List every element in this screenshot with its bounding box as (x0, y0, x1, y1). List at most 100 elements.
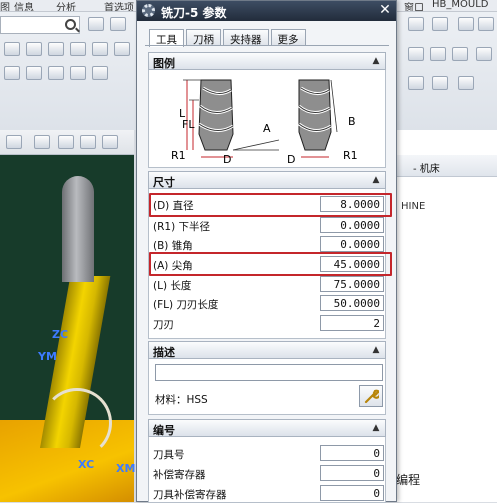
toolbar-button[interactable] (408, 47, 424, 61)
toolbar-button[interactable] (58, 135, 74, 149)
toolbar-button[interactable] (26, 42, 42, 56)
toolbar-button[interactable] (48, 66, 64, 80)
toolbar-button[interactable] (458, 17, 474, 31)
param-row-length: (L) 长度 75.0000 (153, 276, 385, 293)
param-label: (R1) 下半径 (153, 221, 211, 233)
menu-item[interactable]: 首选项 (104, 0, 134, 11)
menu-item[interactable]: 分析 (56, 0, 76, 11)
toolbar-button[interactable] (478, 17, 494, 31)
toolbar-button[interactable] (4, 42, 20, 56)
dimensions-section-header[interactable]: 尺寸 ▲ (148, 171, 386, 189)
diagram-label-r1-2: R1 (343, 149, 358, 162)
tab-holder[interactable]: 夹持器 (223, 29, 269, 46)
machine-column-header[interactable]: - 机床 (397, 155, 497, 177)
toolbar-button[interactable] (70, 42, 86, 56)
toolbar-button[interactable] (102, 135, 118, 149)
end-mill-shape-right (298, 79, 332, 151)
param-row-cutcom-register: 刀具补偿寄存器 0 (153, 485, 385, 502)
toolbar-button[interactable] (452, 47, 468, 61)
toolbar-button[interactable] (432, 76, 448, 90)
toolbar-button[interactable] (48, 42, 64, 56)
numbering-section-header[interactable]: 编号 ▲ (148, 419, 386, 437)
lower-radius-input[interactable]: 0.0000 (320, 217, 384, 233)
end-mill-diagram: L FL R1 D A B D R1 (171, 79, 358, 166)
toolbar-button[interactable] (80, 135, 96, 149)
toolbar-button[interactable] (408, 76, 424, 90)
legend-section-header[interactable]: 图例 ▲ (148, 52, 386, 70)
tip-angle-highlight (149, 252, 392, 276)
menu-item[interactable]: HB_MOULD (432, 0, 488, 10)
param-row-flute-length: (FL) 刀刃长度 50.0000 (153, 295, 385, 312)
toolbar-button[interactable] (476, 47, 492, 61)
view-button[interactable] (110, 17, 126, 31)
gear-icon[interactable] (142, 4, 155, 17)
description-section-title: 描述 (153, 346, 175, 359)
collapse-icon[interactable]: ▲ (370, 344, 382, 356)
close-icon[interactable]: ✕ (377, 3, 393, 19)
tab-bar: 工具 刀柄 夹持器 更多 (149, 29, 308, 47)
description-section-header[interactable]: 描述 ▲ (148, 341, 386, 359)
param-row-flutes: 刀刃 2 (153, 315, 385, 332)
toolbar-button[interactable] (70, 66, 86, 80)
toolbar-button[interactable] (4, 66, 20, 80)
param-row-lower-radius: (R1) 下半径 0.0000 (153, 217, 385, 234)
wrench-icon (364, 389, 379, 404)
menu-item[interactable]: 窗口 (404, 0, 424, 11)
param-label: (B) 锥角 (153, 240, 193, 252)
material-select-button[interactable] (359, 385, 383, 407)
zc-axis-label: ZC (52, 328, 69, 341)
toolbar-button[interactable] (458, 76, 474, 90)
diagram-label-b: B (348, 115, 356, 128)
operation-navigator: - 机床 HINE (396, 130, 497, 502)
tool-shank-preview (62, 176, 94, 282)
collapse-icon[interactable]: ▲ (370, 55, 382, 67)
diagram-label-r1: R1 (171, 149, 186, 162)
dimensions-section-title: 尺寸 (153, 176, 175, 189)
dialog-titlebar[interactable]: 铣刀-5 参数 ✕ (137, 1, 396, 21)
flute-length-input[interactable]: 50.0000 (320, 295, 384, 311)
toolbar-button[interactable] (6, 135, 22, 149)
navigator-row[interactable]: HINE (401, 201, 425, 212)
toolbar-button[interactable] (92, 66, 108, 80)
tab-more[interactable]: 更多 (270, 29, 306, 46)
flutes-input[interactable]: 2 (320, 315, 384, 331)
menu-item[interactable]: 信息 (14, 0, 34, 11)
toolbar-button[interactable] (26, 66, 42, 80)
param-label: (FL) 刀刃长度 (153, 299, 219, 311)
toolbar-button[interactable] (432, 17, 448, 31)
xc-axis-label: XC (78, 458, 95, 471)
snap-button[interactable] (88, 17, 104, 31)
adjust-register-input[interactable]: 0 (320, 465, 384, 481)
diagram-label-a: A (263, 122, 271, 135)
param-label: 刀具号 (153, 449, 185, 461)
collapse-icon[interactable]: ▲ (370, 174, 382, 186)
taper-angle-input[interactable]: 0.0000 (320, 236, 384, 252)
tab-holder-shank[interactable]: 刀柄 (186, 29, 221, 46)
param-label: 刀具补偿寄存器 (153, 489, 227, 501)
search-icon[interactable] (65, 19, 76, 30)
diameter-highlight (149, 193, 392, 217)
param-label: 补偿寄存器 (153, 469, 206, 481)
menu-item[interactable]: 图 (0, 0, 10, 11)
diagram-label-d2: D (287, 153, 295, 166)
rotation-arc (42, 388, 112, 458)
toolbar-button[interactable] (408, 17, 424, 31)
cutcom-register-input[interactable]: 0 (320, 485, 384, 501)
toolbar-button[interactable] (430, 47, 446, 61)
param-label: (L) 长度 (153, 280, 192, 292)
viewport-toolbar (0, 130, 134, 155)
numbering-section-title: 编号 (153, 424, 175, 437)
legend-section-title: 图例 (153, 57, 175, 70)
search-input[interactable] (0, 16, 80, 34)
length-input[interactable]: 75.0000 (320, 276, 384, 292)
tool-number-input[interactable]: 0 (320, 445, 384, 461)
param-row-adjust-register: 补偿寄存器 0 (153, 465, 385, 482)
description-field[interactable] (155, 364, 383, 381)
diagram-label-d: D (223, 153, 231, 166)
tab-divider (145, 45, 389, 46)
toolbar-button[interactable] (114, 42, 130, 56)
collapse-icon[interactable]: ▲ (370, 422, 382, 434)
toolbar-button[interactable] (92, 42, 108, 56)
dialog-title: 铣刀-5 参数 (161, 6, 227, 20)
toolbar-button[interactable] (34, 135, 50, 149)
